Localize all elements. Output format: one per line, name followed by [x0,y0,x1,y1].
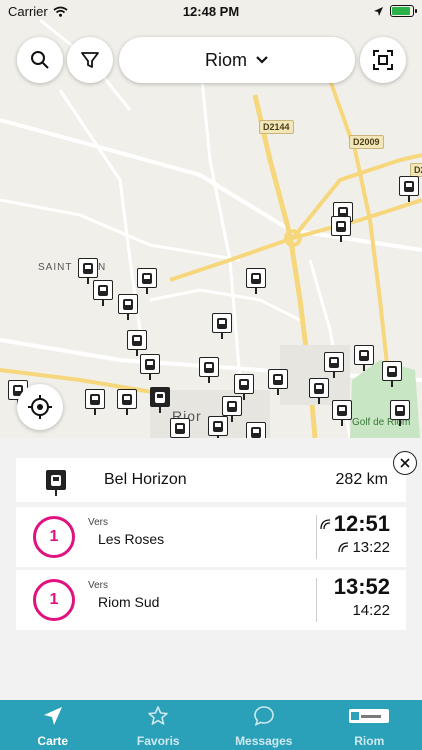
status-time: 12:48 PM [182,3,240,19]
tab-riom[interactable]: Riom [317,700,422,750]
place-label: N [98,262,107,273]
direction-destination: Riom Sud [98,594,160,610]
realtime-icon [320,518,330,529]
bus-stop-marker[interactable] [117,389,137,415]
riom-logo-icon [349,709,390,723]
recenter-button[interactable] [360,37,406,83]
place-label: SAINT [38,262,73,273]
bus-stop-marker[interactable] [199,357,219,383]
line-badge: 1 [33,516,75,558]
tab-favoris[interactable]: Favoris [106,700,212,750]
bus-stop-marker[interactable] [399,176,419,202]
bus-stop-marker[interactable] [332,400,352,426]
wifi-icon [53,6,68,17]
status-bar: Carrier 12:48 PM [0,0,422,22]
bus-stop-marker[interactable] [390,400,410,426]
stop-name: Bel Horizon [104,471,187,488]
tab-label: Carte [37,734,69,748]
tab-messages[interactable]: Messages [211,700,317,750]
road-label: D2144 [259,120,294,134]
next-departure-time: 12:51 [333,511,390,536]
battery-icon [390,5,417,17]
search-button[interactable] [17,37,63,83]
tab-label: Riom [354,734,385,748]
bus-stop-marker[interactable] [354,345,374,371]
realtime-icon [338,542,349,553]
star-icon [148,706,169,725]
tab-bar: Carte Favoris Messages Riom [0,700,422,750]
search-icon [31,51,49,69]
city-selector-label: Riom [204,49,247,70]
following-departure-time: 14:22 [352,602,390,619]
bus-stop-marker[interactable] [246,268,266,294]
map-view[interactable]: D2144 D2009 D2 SAINT N Rior Golf de Riom… [0,0,422,438]
bus-stop-marker[interactable] [324,352,344,378]
stop-distance: 282 km [335,471,388,488]
tab-carte[interactable]: Carte [0,700,106,750]
bus-stop-marker[interactable] [208,416,228,438]
chat-bubble-icon [253,706,274,726]
following-departure-time: 13:22 [352,539,390,556]
tab-label: Favoris [136,734,180,748]
bus-stop-marker[interactable] [127,330,147,356]
divider [316,515,317,559]
direction-prefix: Vers [88,580,109,591]
next-departure-time: 13:52 [333,574,390,599]
location-arrow-icon [374,6,383,16]
filter-button[interactable] [67,37,113,83]
bus-stop-marker[interactable] [331,216,351,242]
bus-stop-marker[interactable] [309,378,329,404]
bus-stop-marker[interactable] [268,369,288,395]
direction-prefix: Vers [88,517,109,528]
crosshair-icon [28,395,52,419]
bus-stop-marker[interactable] [137,268,157,294]
bus-stop-icon [46,470,66,496]
bus-stop-marker[interactable] [93,280,113,306]
navigation-arrow-icon [43,707,62,725]
bus-stop-marker[interactable] [382,361,402,387]
bus-stop-marker[interactable] [85,389,105,415]
divider [316,578,317,622]
bus-stop-marker[interactable] [246,422,266,438]
road-label: D2009 [349,135,384,149]
departure-row[interactable]: 1 Vers Les Roses 12:51 13:22 [16,507,406,567]
close-icon [400,458,410,468]
bus-stop-marker[interactable] [212,313,232,339]
city-selector[interactable]: Riom [119,37,355,83]
bus-stop-marker-selected[interactable] [150,387,170,413]
bus-stop-marker[interactable] [118,294,138,320]
direction-destination: Les Roses [98,531,165,547]
line-badge: 1 [33,579,75,621]
locate-me-button[interactable] [17,384,63,430]
stop-header[interactable]: Bel Horizon 282 km [16,458,406,502]
filter-icon [81,52,99,68]
road-label: D2 [410,163,422,177]
close-button[interactable] [393,451,417,475]
chevron-down-icon [256,56,268,64]
bus-stop-marker[interactable] [170,418,190,438]
carrier-label: Carrier [8,3,48,19]
bus-stop-marker[interactable] [140,354,160,380]
departure-row[interactable]: 1 Vers Riom Sud 13:52 14:22 [16,570,406,630]
recenter-icon [373,50,393,70]
tab-label: Messages [235,734,293,748]
